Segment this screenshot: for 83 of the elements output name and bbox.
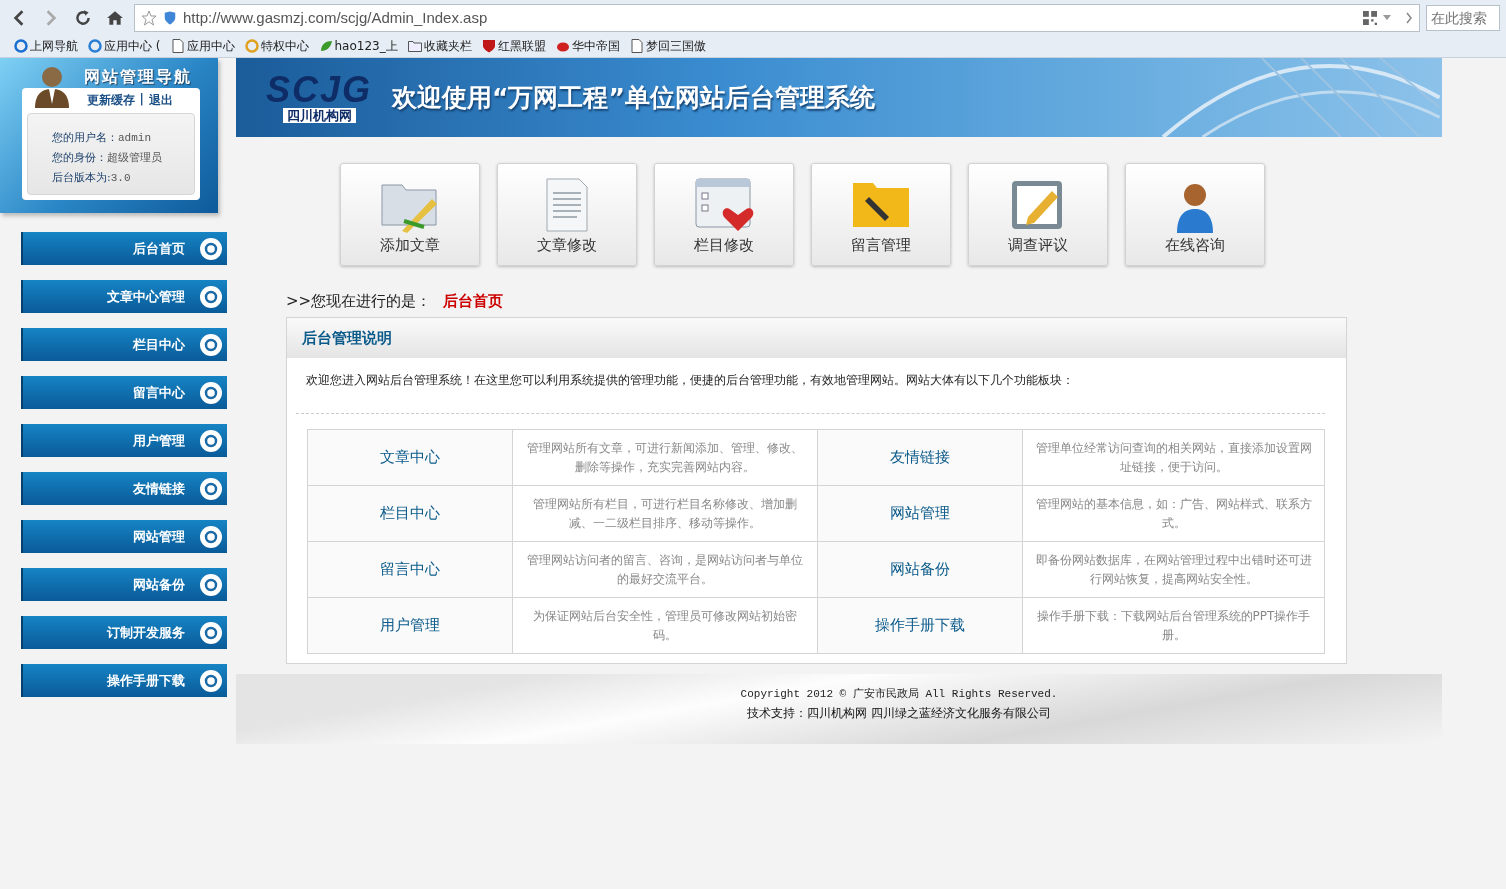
current-page: 后台首页 [443, 292, 504, 311]
user-info-line: 您的用户名：admin [52, 130, 152, 146]
ring-icon [199, 668, 223, 693]
nav-button[interactable]: 友情链接 [21, 472, 227, 505]
qr-code-icon [1363, 10, 1377, 25]
module-description: 管理网站访问者的留言、咨询，是网站访问者与单位的最好交流平台。 [512, 541, 818, 598]
support-text: 技术支持：四川机构网 四川绿之蓝经济文化服务有限公司 [747, 705, 1051, 722]
logo-text: SCJG [266, 72, 373, 108]
ring-icon [199, 572, 223, 597]
module-description: 管理单位经常访问查询的相关网站，直接添加设置网址链接，便于访问。 [1022, 429, 1325, 486]
panel-title: 后台管理说明 [302, 328, 392, 348]
ring-icon [199, 476, 223, 501]
circle-logo-icon [88, 39, 102, 53]
bookmark[interactable]: 应用中心 [170, 37, 235, 55]
search-field[interactable]: 在此搜索 [1426, 4, 1500, 31]
list-heart-icon [694, 176, 754, 234]
circle-logo-icon [14, 39, 28, 53]
link-separator: | [139, 92, 144, 108]
ring-icon [199, 332, 223, 357]
bookmark[interactable]: 梦回三国傲 [629, 37, 706, 55]
quick-action-button[interactable]: 栏目修改 [654, 163, 794, 266]
ring-icon [199, 284, 223, 309]
module-name: 留言中心 [307, 541, 513, 598]
banner-title: 欢迎使用“万网工程”单位网站后台管理系统 [392, 82, 875, 114]
shield-icon [481, 39, 496, 53]
user-info-line: 您的身份：超级管理员 [52, 150, 163, 166]
user-info-line: 后台版本为:3.0 [52, 170, 132, 186]
breadcrumb-label: >>您现在进行的是： [286, 292, 432, 311]
bookmark[interactable]: 应用中心 ( [88, 37, 161, 55]
chevron-icon [1405, 11, 1413, 24]
quick-action-button[interactable]: 文章修改 [497, 163, 637, 266]
intro-text: 欢迎您进入网站后台管理系统！在这里您可以利用系统提供的管理功能，便捷的后台管理功能，有效地管理网站。网站大体有以下几个功能板块： [306, 372, 1075, 389]
nav-button[interactable]: 网站备份 [21, 568, 227, 601]
quick-action-button[interactable]: 留言管理 [811, 163, 951, 266]
star-icon [141, 9, 157, 26]
module-description: 管理网站的基本信息，如：广告、网站样式、联系方式。 [1022, 485, 1325, 542]
module-description: 管理网站所有文章，可进行新闻添加、管理、修改、删除等操作，充实完善网站内容。 [512, 429, 818, 486]
nav-button[interactable]: 后台首页 [21, 232, 227, 265]
nav-button[interactable]: 栏目中心 [21, 328, 227, 361]
module-name: 网站管理 [817, 485, 1023, 542]
module-name: 操作手册下载 [817, 597, 1023, 654]
bookmark[interactable]: 特权中心 [244, 37, 309, 55]
circle-logo-icon [244, 39, 259, 53]
logo-subtitle: 四川机构网 [282, 108, 356, 123]
folder-icon [407, 39, 422, 53]
module-name: 网站备份 [817, 541, 1023, 598]
nav-button[interactable]: 留言中心 [21, 376, 227, 409]
caret-icon [1383, 15, 1391, 20]
nav-button[interactable]: 文章中心管理 [21, 280, 227, 313]
sidebar-title: 网站管理导航 [84, 67, 192, 88]
nav-button[interactable]: 用户管理 [21, 424, 227, 457]
module-name: 栏目中心 [307, 485, 513, 542]
module-name: 用户管理 [307, 597, 513, 654]
ring-icon [199, 428, 223, 453]
nav-button[interactable]: 订制开发服务 [21, 616, 227, 649]
bookmark[interactable]: 华中帝国 [555, 37, 620, 55]
module-description: 为保证网站后台安全性，管理员可修改网站初始密码。 [512, 597, 818, 654]
bookmark[interactable]: hao123_上 [318, 37, 398, 55]
bookmark[interactable]: 上网导航 [14, 37, 78, 55]
ring-icon [199, 620, 223, 645]
leaf-icon [318, 39, 333, 53]
module-description: 操作手册下载：下载网站后台管理系统的PPT操作手册。 [1022, 597, 1325, 654]
module-description: 即备份网站数据库，在网站管理过程中出错时还可进行网站恢复，提高网站安全性。 [1022, 541, 1325, 598]
quick-action-button[interactable]: 调查评议 [968, 163, 1108, 266]
quick-action-button[interactable]: 添加文章 [340, 163, 480, 266]
module-name: 友情链接 [817, 429, 1023, 486]
module-description: 管理网站所有栏目，可进行栏目名称修改、增加删减、一二级栏目排序、移动等操作。 [512, 485, 818, 542]
copyright-text: Copyright 2012 © 广安市民政局 All Rights Reserved. [740, 687, 1058, 701]
ring-icon [199, 380, 223, 405]
ring-icon [199, 524, 223, 549]
ring-icon [199, 236, 223, 261]
refresh-cache-link[interactable]: 更新缓存 [86, 92, 135, 109]
module-name: 文章中心 [307, 429, 513, 486]
nav-button[interactable]: 操作手册下载 [21, 664, 227, 697]
address-bar[interactable]: http://www.gasmzj.com/scjg/Admin_Index.asp [134, 3, 1420, 32]
page-icon [170, 39, 185, 53]
shield-icon [163, 9, 177, 26]
bookmark[interactable]: 红黑联盟 [481, 37, 546, 55]
logout-link[interactable]: 退出 [149, 92, 173, 109]
bookmark[interactable]: 收藏夹栏 [407, 37, 472, 55]
quick-action-button[interactable]: 在线咨询 [1125, 163, 1265, 266]
nav-button[interactable]: 网站管理 [21, 520, 227, 553]
page-icon [629, 39, 644, 53]
